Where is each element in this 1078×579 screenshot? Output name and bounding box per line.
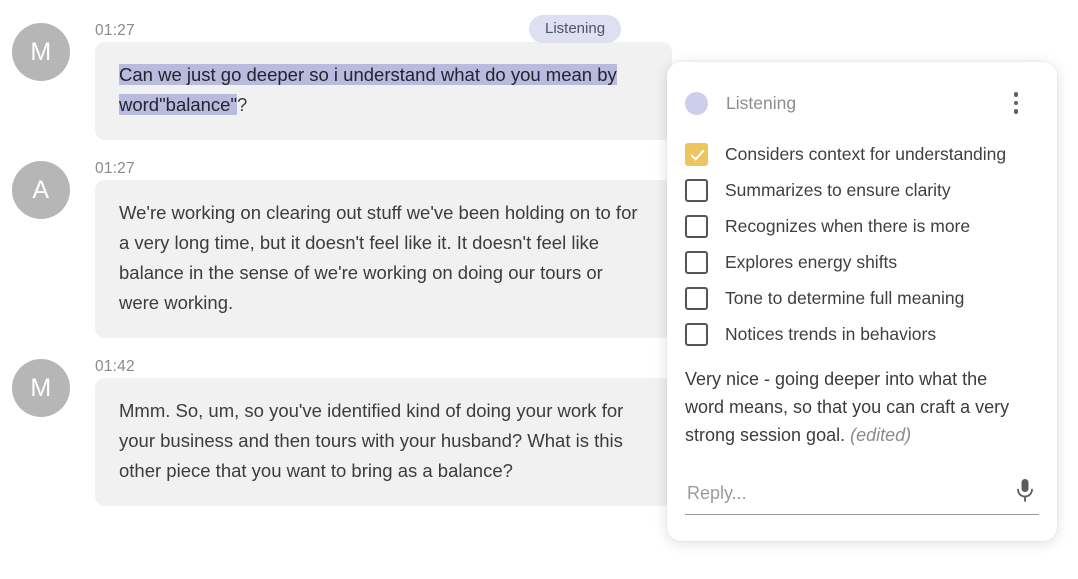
avatar: M [12, 359, 70, 417]
selected-text: Can we just go deeper so i understand wh… [119, 64, 617, 115]
checkbox-list: Considers context for understanding Summ… [685, 136, 1037, 352]
checkbox-label: Explores energy shifts [725, 252, 897, 273]
edited-label: (edited) [850, 425, 911, 445]
checkbox-row-considers-context[interactable]: Considers context for understanding [685, 136, 1037, 172]
checkbox-unchecked-icon[interactable] [685, 323, 708, 346]
reply-row [685, 476, 1039, 515]
checkbox-row-summarizes[interactable]: Summarizes to ensure clarity [685, 172, 1037, 208]
panel-header: Listening [685, 84, 1037, 122]
checkbox-row-tone[interactable]: Tone to determine full meaning [685, 280, 1037, 316]
listening-badge[interactable]: Listening [529, 15, 621, 43]
message-header: 01:27 [95, 146, 680, 180]
message-item: A 01:27 We're working on clearing out st… [0, 146, 680, 338]
message-bubble: We're working on clearing out stuff we'v… [95, 180, 672, 338]
checkbox-label: Notices trends in behaviors [725, 324, 936, 345]
kebab-dot [1014, 109, 1019, 114]
message-text: Mmm. So, um, so you've identified kind o… [119, 396, 646, 486]
microphone-icon[interactable] [1011, 476, 1039, 506]
message-bubble: Mmm. So, um, so you've identified kind o… [95, 378, 672, 506]
message-item: M 01:27 Listening Can we just go deeper … [0, 8, 680, 140]
message-header: 01:42 [95, 344, 680, 378]
checkbox-label: Recognizes when there is more [725, 216, 970, 237]
checkbox-unchecked-icon[interactable] [685, 251, 708, 274]
checkbox-label: Tone to determine full meaning [725, 288, 964, 309]
checkbox-checked-icon[interactable] [685, 143, 708, 166]
kebab-dot [1014, 92, 1019, 97]
comment-text: Very nice - going deeper into what the w… [685, 369, 1009, 445]
avatar: M [12, 23, 70, 81]
app-root: M 01:27 Listening Can we just go deeper … [0, 0, 1078, 579]
message-timestamp: 01:42 [95, 358, 135, 376]
message-item: M 01:42 Mmm. So, um, so you've identifie… [0, 344, 680, 506]
transcript-list: M 01:27 Listening Can we just go deeper … [0, 0, 680, 579]
message-text-tail: ? [237, 94, 247, 115]
message-text: We're working on clearing out stuff we'v… [119, 198, 646, 318]
status-dot-icon [685, 92, 708, 115]
checkbox-row-notices-trends[interactable]: Notices trends in behaviors [685, 316, 1037, 352]
avatar: A [12, 161, 70, 219]
checkbox-row-recognizes[interactable]: Recognizes when there is more [685, 208, 1037, 244]
feedback-panel: Listening Considers context for understa… [667, 62, 1057, 541]
panel-title: Listening [726, 93, 796, 114]
checkbox-row-explores-energy[interactable]: Explores energy shifts [685, 244, 1037, 280]
checkbox-unchecked-icon[interactable] [685, 179, 708, 202]
kebab-menu-icon[interactable] [1003, 86, 1029, 120]
message-timestamp: 01:27 [95, 22, 135, 40]
kebab-dot [1014, 101, 1019, 106]
checkbox-unchecked-icon[interactable] [685, 287, 708, 310]
checkbox-unchecked-icon[interactable] [685, 215, 708, 238]
checkbox-label: Considers context for understanding [725, 144, 1006, 165]
checkbox-label: Summarizes to ensure clarity [725, 180, 951, 201]
message-timestamp: 01:27 [95, 160, 135, 178]
reply-input[interactable] [685, 483, 1011, 506]
panel-comment: Very nice - going deeper into what the w… [685, 365, 1037, 449]
message-bubble: Can we just go deeper so i understand wh… [95, 42, 672, 140]
message-header: 01:27 Listening [95, 8, 680, 42]
